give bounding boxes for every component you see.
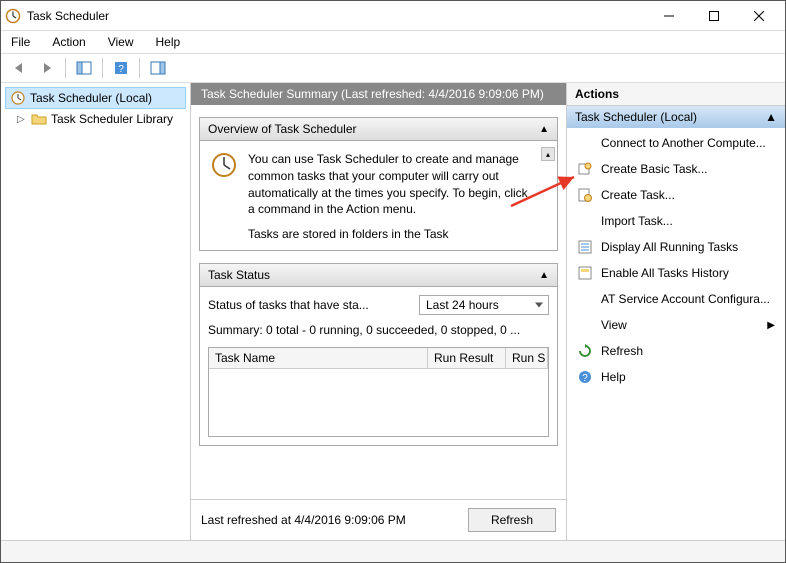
content-area: Task Scheduler (Local) ▷ Task Scheduler … [1, 83, 785, 540]
tree-child[interactable]: ▷ Task Scheduler Library [5, 109, 186, 129]
actions-sub-label: Task Scheduler (Local) [575, 110, 697, 124]
action-help[interactable]: ? Help [567, 364, 785, 390]
app-icon [5, 8, 21, 24]
back-button[interactable] [7, 56, 31, 80]
show-hide-action-button[interactable] [146, 56, 170, 80]
summary-body: Overview of Task Scheduler ▲ You can use… [191, 105, 566, 499]
list-icon [577, 239, 593, 255]
refresh-button[interactable]: Refresh [468, 508, 556, 532]
col-task-name[interactable]: Task Name [209, 348, 428, 368]
menu-help[interactable]: Help [152, 33, 185, 51]
action-display-running[interactable]: Display All Running Tasks [567, 234, 785, 260]
actions-list: Connect to Another Compute... Create Bas… [567, 128, 785, 540]
overview-header[interactable]: Overview of Task Scheduler ▲ [199, 117, 558, 141]
wizard-icon [577, 161, 593, 177]
window: Task Scheduler File Action View Help ? T… [0, 0, 786, 563]
middle-pane: Task Scheduler Summary (Last refreshed: … [191, 83, 567, 540]
task-icon [577, 187, 593, 203]
overview-title: Overview of Task Scheduler [208, 122, 357, 136]
task-table: Task Name Run Result Run S [208, 347, 549, 437]
actions-sub[interactable]: Task Scheduler (Local) ▲ [567, 106, 785, 128]
blank-icon [577, 317, 593, 333]
actions-header: Actions [567, 83, 785, 106]
toolbar-separator [139, 58, 140, 78]
tree-child-label: Task Scheduler Library [51, 112, 173, 126]
submenu-icon: ▶ [767, 320, 775, 331]
refresh-icon [577, 343, 593, 359]
history-icon [577, 265, 593, 281]
show-hide-tree-button[interactable] [72, 56, 96, 80]
task-table-header: Task Name Run Result Run S [209, 348, 548, 369]
status-filter-label: Status of tasks that have sta... [208, 298, 411, 312]
statusbar [1, 540, 785, 562]
svg-text:?: ? [582, 373, 588, 384]
action-create-basic-task[interactable]: Create Basic Task... [567, 156, 785, 182]
blank-icon [577, 213, 593, 229]
overview-box: You can use Task Scheduler to create and… [199, 141, 558, 251]
refresh-row: Last refreshed at 4/4/2016 9:09:06 PM Re… [191, 499, 566, 540]
maximize-button[interactable] [691, 2, 736, 30]
toolbar-separator [65, 58, 66, 78]
minimize-button[interactable] [646, 2, 691, 30]
col-run-s[interactable]: Run S [506, 348, 548, 368]
folder-icon [31, 111, 47, 127]
menubar: File Action View Help [1, 31, 785, 53]
help-button[interactable]: ? [109, 56, 133, 80]
task-status-box: Status of tasks that have sta... Last 24… [199, 287, 558, 446]
action-at-service[interactable]: AT Service Account Configura... [567, 286, 785, 312]
tree-root-label: Task Scheduler (Local) [30, 91, 152, 105]
action-refresh[interactable]: Refresh [567, 338, 785, 364]
toolbar-separator [102, 58, 103, 78]
scroll-up-icon[interactable]: ▴ [541, 147, 555, 161]
tree-root[interactable]: Task Scheduler (Local) [5, 87, 186, 109]
col-run-result[interactable]: Run Result [428, 348, 506, 368]
collapse-icon: ▲ [539, 124, 549, 135]
action-connect[interactable]: Connect to Another Compute... [567, 130, 785, 156]
collapse-icon: ▲ [765, 110, 777, 124]
overview-text: You can use Task Scheduler to create and… [248, 151, 529, 218]
menu-action[interactable]: Action [48, 33, 89, 51]
action-view[interactable]: View ▶ [567, 312, 785, 338]
status-filter-row: Status of tasks that have sta... Last 24… [208, 295, 549, 315]
expander-icon[interactable]: ▷ [17, 114, 27, 125]
titlebar: Task Scheduler [1, 1, 785, 31]
overview-more-text: Tasks are stored in folders in the Task [248, 226, 529, 243]
last-refreshed-text: Last refreshed at 4/4/2016 9:09:06 PM [201, 513, 468, 527]
help-icon: ? [577, 369, 593, 385]
scrollbar[interactable]: ▴ [541, 147, 555, 161]
collapse-icon: ▲ [539, 270, 549, 281]
task-status-title: Task Status [208, 268, 270, 282]
blank-icon [577, 135, 593, 151]
status-dropdown[interactable]: Last 24 hours [419, 295, 549, 315]
actions-pane: Actions Task Scheduler (Local) ▲ Connect… [567, 83, 785, 540]
close-button[interactable] [736, 2, 781, 30]
summary-header: Task Scheduler Summary (Last refreshed: … [191, 83, 566, 105]
menu-file[interactable]: File [7, 33, 34, 51]
clock-icon [10, 90, 26, 106]
task-status-header[interactable]: Task Status ▲ [199, 263, 558, 287]
action-enable-history[interactable]: Enable All Tasks History [567, 260, 785, 286]
svg-text:?: ? [118, 64, 124, 75]
clock-icon [210, 151, 238, 179]
toolbar: ? [1, 53, 785, 83]
tree-pane: Task Scheduler (Local) ▷ Task Scheduler … [1, 83, 191, 540]
action-import-task[interactable]: Import Task... [567, 208, 785, 234]
action-create-task[interactable]: Create Task... [567, 182, 785, 208]
menu-view[interactable]: View [104, 33, 138, 51]
blank-icon [577, 291, 593, 307]
status-summary: Summary: 0 total - 0 running, 0 succeede… [208, 323, 549, 337]
window-title: Task Scheduler [27, 9, 646, 23]
forward-button[interactable] [35, 56, 59, 80]
